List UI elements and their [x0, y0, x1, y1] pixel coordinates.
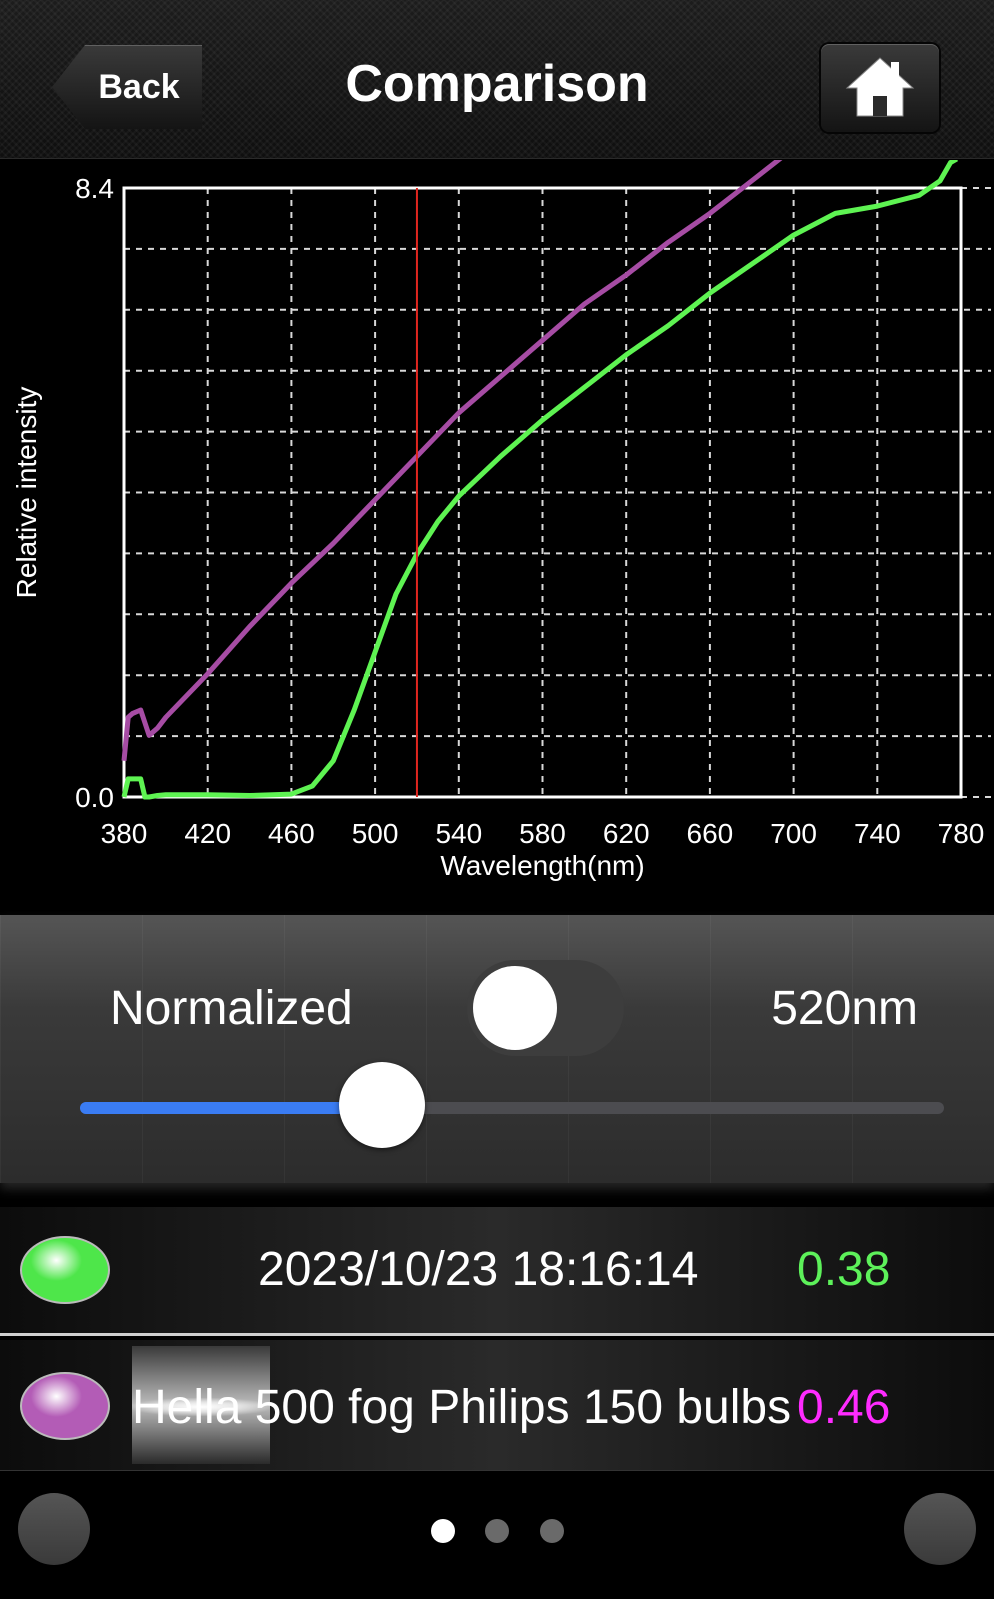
list-item-value: 0.38 — [797, 1243, 891, 1296]
x-tick-label: 700 — [770, 818, 817, 849]
series-line-0 — [121, 40, 957, 762]
page-title: Comparison — [345, 55, 649, 113]
normalized-toggle[interactable] — [467, 960, 624, 1056]
list-item-value: 0.46 — [797, 1381, 891, 1434]
home-icon — [845, 57, 915, 117]
wavelength-slider-track[interactable] — [80, 1102, 944, 1114]
home-button[interactable] — [821, 44, 939, 132]
list-item[interactable]: 2023/10/23 18:16:14 0.38 — [0, 1207, 994, 1336]
normalized-label: Normalized — [110, 982, 353, 1035]
series-color-dot — [20, 1236, 110, 1304]
left-footer-button[interactable] — [18, 1493, 90, 1565]
back-button[interactable]: Back — [52, 45, 202, 129]
page-indicator-dot[interactable] — [485, 1519, 509, 1543]
x-tick-label: 660 — [687, 818, 734, 849]
controls-panel: Normalized 520nm — [0, 915, 994, 1183]
list-item-label: 2023/10/23 18:16:14 — [258, 1243, 699, 1296]
x-tick-label: 420 — [184, 818, 231, 849]
x-tick-label: 500 — [352, 818, 399, 849]
y-tick-label: 8.4 — [75, 173, 114, 204]
page-indicator-dot[interactable] — [540, 1519, 564, 1543]
x-tick-label: 380 — [101, 818, 148, 849]
x-tick-label: 460 — [268, 818, 315, 849]
x-axis-label: Wavelength(nm) — [440, 850, 644, 881]
footer-bar — [0, 1470, 994, 1599]
list-item[interactable]: Hella 500 fog Philips 150 bulbs 0.46 — [0, 1340, 994, 1470]
x-tick-label: 580 — [519, 818, 566, 849]
toggle-knob — [473, 966, 557, 1050]
x-tick-label: 540 — [435, 818, 482, 849]
spectrum-chart-svg: 380 420 460 500 540 580 620 660 700 740 780 0.0 8.4 W… — [11, 40, 991, 881]
series-color-dot — [20, 1372, 110, 1440]
wavelength-readout: 520nm — [771, 982, 918, 1035]
nav-bar: Back Comparison — [0, 0, 994, 159]
y-tick-label: 0.0 — [75, 782, 114, 813]
right-footer-button[interactable] — [904, 1493, 976, 1565]
list-item-label: Hella 500 fog Philips 150 bulbs — [132, 1381, 792, 1434]
y-axis-label: Relative intensity — [11, 387, 42, 599]
series-line-1 — [121, 156, 959, 800]
x-tick-label: 780 — [938, 818, 985, 849]
x-tick-label: 740 — [854, 818, 901, 849]
page-indicator-dot[interactable] — [431, 1519, 455, 1543]
spectrum-chart: 380 420 460 500 540 580 620 660 700 740 780 0.0 8.4 W… — [0, 40, 994, 915]
wavelength-slider-fill — [80, 1102, 383, 1114]
wavelength-slider-thumb[interactable] — [339, 1062, 426, 1148]
x-tick-label: 620 — [603, 818, 650, 849]
back-button-label: Back — [98, 67, 180, 106]
